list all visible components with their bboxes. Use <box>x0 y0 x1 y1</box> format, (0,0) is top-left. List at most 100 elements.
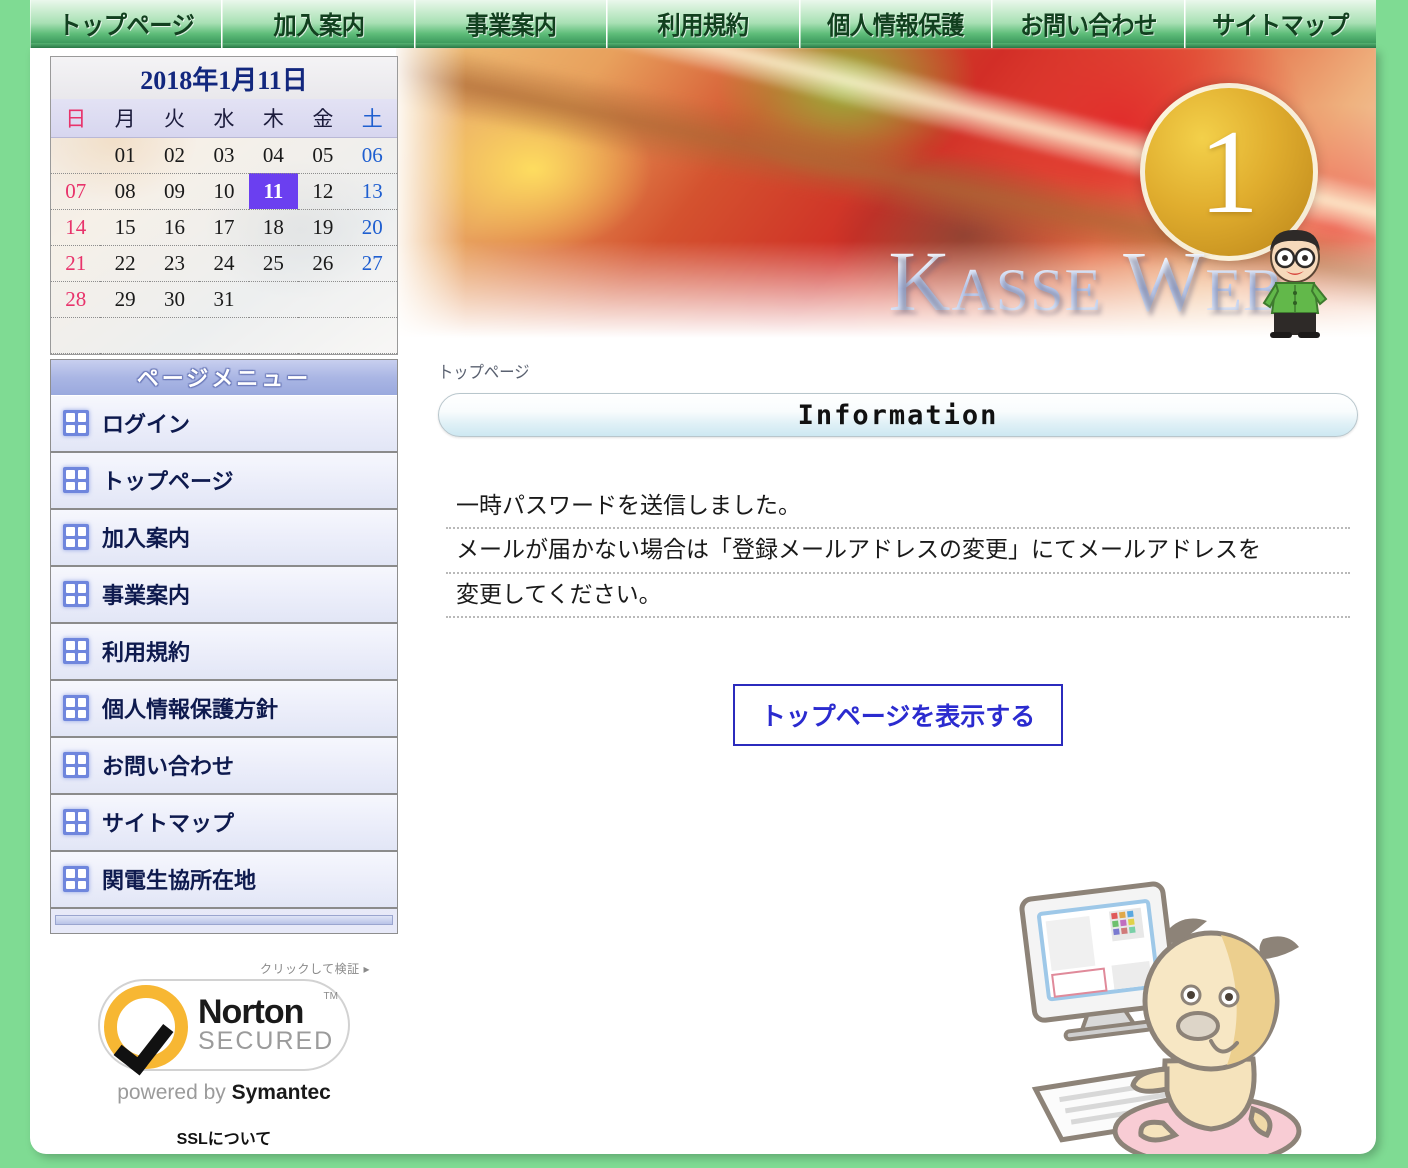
gnav-item-top[interactable]: トップページ <box>30 0 223 48</box>
calendar-week-row: 07 08 09 10 11 12 13 <box>51 173 397 210</box>
calendar-table: 日 月 火 水 木 金 土 01 02 03 04 05 06 07 08 09… <box>51 99 397 354</box>
grid-icon <box>63 866 89 892</box>
sidebar-item-privacy-policy[interactable]: 個人情報保護方針 <box>51 680 397 738</box>
sidebar-item-business[interactable]: 事業案内 <box>51 566 397 624</box>
norton-trademark: TM <box>323 990 338 1002</box>
weekday-thu: 木 <box>248 99 299 138</box>
sidebar-item-sitemap[interactable]: サイトマップ <box>51 794 397 852</box>
calendar-day: 06 <box>347 137 397 174</box>
breadcrumb[interactable]: トップページ <box>438 358 1266 383</box>
sidebar: 2018年1月11日 日 月 火 水 木 金 土 01 02 03 04 05 … <box>50 56 398 1149</box>
calendar-day: 17 <box>199 209 249 246</box>
calendar-day-today: 11 <box>248 173 299 210</box>
main-content: トップページ Information 一時パスワードを送信しました。 メールが届… <box>438 358 1358 746</box>
calendar-day: 28 <box>51 281 101 318</box>
norton-click-to-verify-label: クリックして検証 ▸ <box>260 961 370 976</box>
site-logo: Kasse Web <box>888 233 1284 330</box>
message-list: 一時パスワードを送信しました。 メールが届かない場合は「登録メールアドレスの変更… <box>438 485 1358 618</box>
calendar-day: 31 <box>199 281 249 318</box>
weekday-tue: 火 <box>149 99 200 138</box>
calendar-spacer-row <box>51 317 397 354</box>
sidebar-item-label: 個人情報保護方針 <box>102 697 279 722</box>
norton-secured-seal[interactable]: クリックして検証 ▸ Norton SECURED TM powered by … <box>50 960 398 1149</box>
sidebar-item-location[interactable]: 関電生協所在地 <box>51 851 397 909</box>
calendar-day: 14 <box>51 209 101 246</box>
norton-brand: Norton <box>198 993 304 1031</box>
grid-icon <box>63 752 89 778</box>
calendar-day: 03 <box>199 137 249 174</box>
calendar-day: 13 <box>347 173 397 210</box>
gnav-label: お問い合わせ <box>1019 12 1157 40</box>
gnav-item-sitemap[interactable]: サイトマップ <box>1184 0 1377 48</box>
grid-icon <box>63 524 89 550</box>
gnav-label: トップページ <box>58 12 195 40</box>
norton-badge[interactable]: Norton SECURED TM <box>98 978 350 1071</box>
weekday-sun: 日 <box>51 99 101 138</box>
section-title: Information <box>797 399 999 431</box>
page-card: 1 Kasse Web 2018年1月11日 日 月 火 水 木 金 土 01 … <box>30 48 1376 1154</box>
gnav-item-business[interactable]: 事業案内 <box>414 0 608 48</box>
sidebar-item-label: 加入案内 <box>102 526 191 551</box>
calendar-day: 16 <box>149 209 200 246</box>
calendar-day: 27 <box>347 245 397 282</box>
page-menu-header: ページメニュー <box>51 359 397 396</box>
calendar-day: 29 <box>100 281 150 318</box>
calendar-day: 22 <box>100 245 150 282</box>
calendar-day: 25 <box>248 245 299 282</box>
calendar-week-row: 28 29 30 31 <box>51 281 397 318</box>
gnav-item-membership[interactable]: 加入案内 <box>222 0 415 48</box>
calendar-week-row: 21 22 23 24 25 26 27 <box>51 245 397 282</box>
grid-icon <box>63 467 89 493</box>
calendar-day: 20 <box>347 209 397 246</box>
calendar-day: 19 <box>298 209 348 246</box>
sidebar-item-membership[interactable]: 加入案内 <box>51 509 397 567</box>
sidebar-item-label: 関電生協所在地 <box>102 868 257 893</box>
grid-icon <box>63 410 89 436</box>
grid-icon <box>63 695 89 721</box>
norton-powered-brand: Symantec <box>231 1080 331 1104</box>
month-number: 1 <box>1199 105 1259 238</box>
weekday-mon: 月 <box>100 99 150 138</box>
norton-text-block: Norton SECURED <box>198 995 334 1054</box>
norton-checkmark-icon <box>104 984 188 1069</box>
gnav-item-privacy[interactable]: 個人情報保護 <box>799 0 993 48</box>
ssl-info-link[interactable]: SSLについて <box>177 1125 272 1149</box>
calendar-day: 24 <box>199 245 249 282</box>
sidebar-item-label: お問い合わせ <box>102 754 235 779</box>
page-menu: ページメニュー ログイン トップページ 加入案内 事業案内 利用規約 個人情報保… <box>50 358 398 934</box>
norton-secured-label: SECURED <box>198 1027 335 1055</box>
calendar-day: 26 <box>298 245 348 282</box>
sidebar-item-label: サイトマップ <box>102 811 235 836</box>
page-menu-heading: ページメニュー <box>136 366 312 391</box>
message-line: 一時パスワードを送信しました。 <box>446 485 1350 530</box>
calendar-spacer <box>51 317 397 354</box>
calendar-day: 23 <box>149 245 200 282</box>
calendar-day: 07 <box>51 173 101 210</box>
section-title-banner: Information <box>438 393 1358 437</box>
calendar-widget: 2018年1月11日 日 月 火 水 木 金 土 01 02 03 04 05 … <box>50 56 398 355</box>
sidebar-item-terms[interactable]: 利用規約 <box>51 623 397 681</box>
gnav-label: サイトマップ <box>1212 12 1350 40</box>
grid-icon <box>63 638 89 664</box>
calendar-day <box>347 281 397 318</box>
header-banner: 1 Kasse Web <box>396 48 1376 351</box>
mascot-boy-icon <box>1262 229 1328 338</box>
calendar-weekday-row: 日 月 火 水 木 金 土 <box>51 99 397 138</box>
show-top-page-button[interactable]: トップページを表示する <box>732 683 1064 746</box>
calendar-title: 2018年1月11日 <box>51 57 397 99</box>
sidebar-item-label: ログイン <box>102 412 191 437</box>
gnav-item-contact[interactable]: お問い合わせ <box>992 0 1185 48</box>
sidebar-item-label: トップページ <box>102 469 234 494</box>
calendar-day <box>51 137 101 174</box>
sidebar-item-login[interactable]: ログイン <box>51 395 397 453</box>
calendar-day: 15 <box>100 209 150 246</box>
sidebar-item-contact[interactable]: お問い合わせ <box>51 737 397 795</box>
gnav-item-terms[interactable]: 利用規約 <box>607 0 800 48</box>
sidebar-item-top[interactable]: トップページ <box>51 452 397 510</box>
gnav-label: 利用規約 <box>657 12 750 40</box>
calendar-day <box>248 281 299 318</box>
calendar-day: 18 <box>248 209 299 246</box>
calendar-day: 12 <box>298 173 348 210</box>
message-line: 変更してください。 <box>446 574 1350 618</box>
gnav-label: 加入案内 <box>273 12 365 40</box>
